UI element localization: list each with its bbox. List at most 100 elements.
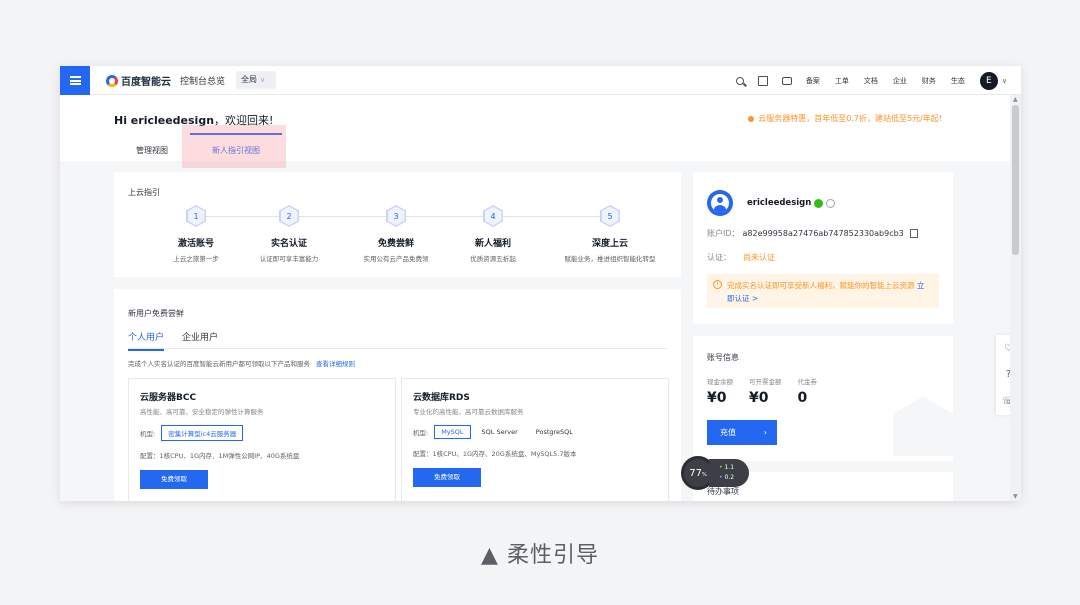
claim-button[interactable]: 免费领取 bbox=[413, 468, 481, 487]
step-number: 5 bbox=[601, 206, 619, 226]
globe-icon bbox=[826, 198, 836, 208]
search-icon[interactable] bbox=[735, 76, 744, 85]
step-free-trial[interactable]: 3 免费尝鲜 实用公有云产品免费领 bbox=[342, 205, 450, 263]
tab-management-view[interactable]: 管理视图 bbox=[114, 141, 190, 161]
promo-text: 云服务器特惠，首年低至0.7折，建站低至5元/年起! bbox=[758, 114, 942, 123]
nav-item-docs[interactable]: 文档 bbox=[864, 76, 878, 86]
step-activate[interactable]: 1 激活账号 上云之旅第一步 bbox=[142, 205, 250, 263]
trial-note-text: 完成个人实名认证的百度智能云新用户都可领取以下产品和服务 bbox=[128, 360, 310, 368]
step-newbie-benefit[interactable]: 4 新人福利 优质资源五折起 bbox=[439, 205, 547, 263]
nav-item-enterprise[interactable]: 企业 bbox=[893, 76, 907, 86]
chevron-down-icon[interactable]: ∨ bbox=[1002, 77, 1007, 85]
step-desc: 上云之旅第一步 bbox=[173, 255, 219, 263]
region-select[interactable]: 全局 ∨ bbox=[236, 71, 276, 89]
console-overview-link[interactable]: 控制台总览 bbox=[180, 74, 225, 87]
product-type-row: 机型: 密集计算型ic4云服务器 bbox=[140, 425, 384, 441]
promo-dot-icon bbox=[748, 115, 755, 122]
step-desc: 赋能业务，推进组织智能化转型 bbox=[564, 255, 656, 263]
grid-icon[interactable] bbox=[757, 75, 768, 86]
type-option-sqlserver[interactable]: SQL Server bbox=[475, 425, 525, 439]
step-number: 2 bbox=[280, 206, 298, 226]
nav-item-finance[interactable]: 财务 bbox=[922, 76, 936, 86]
step-number: 1 bbox=[187, 206, 205, 226]
network-speed-widget[interactable]: 77% • 1.1 • 0.2 bbox=[681, 456, 749, 490]
nav-item-beian[interactable]: 备案 bbox=[806, 76, 820, 86]
menu-button[interactable] bbox=[60, 66, 90, 95]
scrollbar-thumb[interactable] bbox=[1012, 105, 1019, 255]
chevron-down-icon: ∨ bbox=[260, 76, 266, 84]
user-avatar-icon bbox=[707, 190, 733, 216]
certification-alert: ! 完成实名认证即可享受新人福利，赋能你的智能上云资源 立即认证 > bbox=[707, 274, 939, 308]
upload-rate: 1.1 bbox=[724, 464, 735, 471]
balance-value: 0 bbox=[797, 390, 808, 406]
step-number-icon: 1 bbox=[186, 205, 206, 227]
caption: ▲ 柔性引导 bbox=[481, 543, 599, 568]
step-desc: 优质资源五折起 bbox=[470, 255, 516, 263]
copy-icon[interactable] bbox=[909, 229, 918, 238]
product-desc: 专业化的高性能、高可靠云数据库服务 bbox=[413, 408, 524, 416]
user-card: ericleedesign 账户ID： a82e99958a27476ab7478… bbox=[693, 172, 953, 324]
nav-item-ecosystem[interactable]: 生态 bbox=[951, 76, 965, 86]
guide-title: 上云指引 bbox=[128, 188, 160, 197]
recharge-button[interactable]: 充值 › bbox=[707, 420, 777, 445]
alert-text: 完成实名认证即可享受新人福利，赋能你的智能上云资源 bbox=[727, 281, 915, 290]
type-option-mysql[interactable]: MySQL bbox=[434, 425, 471, 439]
step-number-icon: 3 bbox=[386, 205, 406, 227]
type-option[interactable]: 密集计算型ic4云服务器 bbox=[161, 425, 244, 441]
scrollbar[interactable]: ▲ ▼ bbox=[1010, 95, 1021, 501]
type-label: 机型: bbox=[140, 430, 156, 438]
user-avatar[interactable]: E bbox=[979, 71, 998, 90]
step-number-icon: 5 bbox=[600, 205, 620, 227]
message-icon[interactable] bbox=[781, 76, 792, 85]
rules-link[interactable]: 查看详细规则 bbox=[316, 360, 355, 368]
product-type-row: 机型: MySQL SQL Server PostgreSQL bbox=[413, 425, 657, 439]
percent-unit: % bbox=[701, 472, 707, 478]
step-number-icon: 2 bbox=[279, 205, 299, 227]
type-label: 机型: bbox=[413, 429, 429, 437]
nav-item-ticket[interactable]: 工单 bbox=[835, 76, 849, 86]
hamburger-icon bbox=[69, 76, 81, 85]
step-number-icon: 4 bbox=[483, 205, 503, 227]
type-option-postgresql[interactable]: PostgreSQL bbox=[529, 425, 580, 439]
speed-rates: • 1.1 • 0.2 bbox=[709, 459, 749, 487]
product-card-rds: 云数据库RDS 专业化的高性能、高可靠云数据库服务 机型: MySQL SQL … bbox=[401, 378, 669, 501]
step-title: 实名认证 bbox=[270, 239, 307, 249]
scroll-up-icon[interactable]: ▲ bbox=[1013, 96, 1018, 103]
product-name: 云服务器BCC bbox=[140, 393, 197, 403]
brand-logo[interactable]: 百度智能云 bbox=[106, 73, 171, 88]
account-id-label: 账户ID： bbox=[707, 229, 740, 238]
info-icon: ! bbox=[713, 280, 722, 289]
download-rate: 0.2 bbox=[724, 474, 735, 481]
recharge-label: 充值 bbox=[720, 428, 736, 437]
balance-label: 现金余额 bbox=[707, 378, 733, 386]
step-title: 激活账号 bbox=[177, 239, 214, 249]
step-certify[interactable]: 2 实名认证 认证即可享丰富能力 bbox=[235, 205, 343, 263]
trial-note: 完成个人实名认证的百度智能云新用户都可领取以下产品和服务 查看详细规则 bbox=[128, 358, 355, 368]
user-name-text: ericleedesign bbox=[747, 198, 812, 208]
account-info-card: 账号信息 现金余额 ¥0 可开票金额 ¥0 代金券 0 充值 › bbox=[693, 336, 953, 461]
certification-status: 认证： 尚未认证 bbox=[707, 252, 775, 263]
promo-banner[interactable]: 云服务器特惠，首年低至0.7折，建站低至5元/年起! bbox=[748, 113, 942, 124]
upload-icon: • bbox=[719, 464, 723, 471]
cert-label: 认证： bbox=[707, 253, 731, 262]
step-deep-cloud[interactable]: 5 深度上云 赋能业务，推进组织智能化转型 bbox=[551, 205, 669, 263]
balance-invoice: 可开票金额 ¥0 bbox=[749, 376, 782, 406]
step-desc: 实用公有云产品免费领 bbox=[363, 255, 429, 263]
balance-label: 可开票金额 bbox=[749, 378, 782, 386]
claim-button[interactable]: 免费领取 bbox=[140, 470, 208, 489]
account-balances: 现金余额 ¥0 可开票金额 ¥0 代金券 0 bbox=[707, 376, 817, 406]
scroll-down-icon[interactable]: ▼ bbox=[1013, 493, 1018, 500]
nav-right: 备案 工单 文档 企业 财务 生态 E ∨ bbox=[735, 66, 1007, 95]
tab-highlight-overlay bbox=[182, 125, 286, 168]
product-spec: 配置：1核CPU、1G内存、1M弹性公网IP、40G系统盘 bbox=[140, 452, 300, 460]
product-desc: 高性能、高可靠、安全稳定的弹性计算服务 bbox=[140, 408, 264, 416]
brand-name: 百度智能云 bbox=[121, 77, 171, 88]
divider bbox=[128, 348, 667, 349]
download-icon: • bbox=[719, 474, 723, 481]
product-card-bcc: 云服务器BCC 高性能、高可靠、安全稳定的弹性计算服务 机型: 密集计算型ic4… bbox=[128, 378, 396, 501]
free-trial-card: 新用户免费尝鲜 个人用户 企业用户 完成个人实名认证的百度智能云新用户都可领取以… bbox=[114, 289, 681, 501]
cert-value: 尚未认证 bbox=[743, 253, 775, 262]
step-title: 免费尝鲜 bbox=[377, 239, 414, 249]
user-name: ericleedesign bbox=[747, 198, 836, 208]
product-spec: 配置：1核CPU、1G内存、20G系统盘、MySQL5.7版本 bbox=[413, 450, 577, 458]
